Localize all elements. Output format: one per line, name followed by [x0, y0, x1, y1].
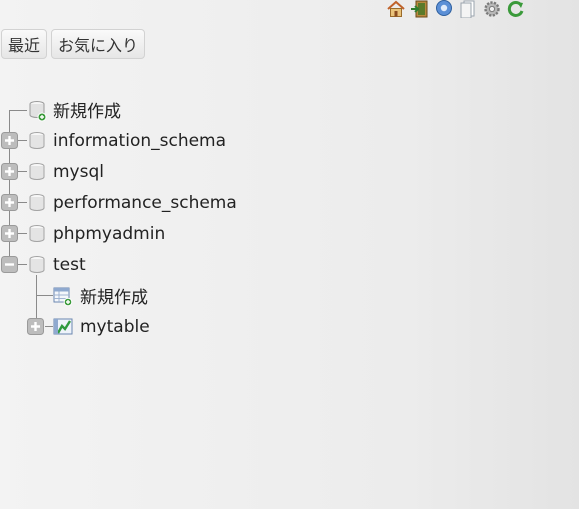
database-name[interactable]: performance_schema [53, 193, 237, 213]
expand-toggle-icon[interactable] [27, 318, 44, 335]
database-name[interactable]: information_schema [53, 131, 226, 151]
database-icon [28, 131, 46, 151]
database-icon [28, 255, 46, 275]
database-name[interactable]: mysql [53, 162, 104, 182]
table-mytable[interactable]: mytable [80, 311, 150, 342]
expand-toggle-icon[interactable] [1, 163, 18, 180]
database-mysql[interactable]: mysql [53, 156, 104, 187]
reload-icon[interactable] [506, 0, 526, 18]
new-table-label[interactable]: 新規作成 [80, 283, 148, 308]
navigation-tabs: 最近 お気に入り [1, 29, 146, 59]
new-database-link[interactable]: 新規作成 [53, 94, 121, 125]
database-icon [28, 224, 46, 244]
favorites-tab[interactable]: お気に入り [51, 29, 146, 59]
expand-toggle-icon[interactable] [1, 132, 18, 149]
database-icon [28, 193, 46, 213]
database-phpmyadmin[interactable]: phpmyadmin [53, 218, 165, 249]
new-table-icon[interactable] [53, 286, 73, 306]
table-icon [53, 317, 73, 337]
database-name[interactable]: test [53, 255, 86, 275]
database-name[interactable]: phpmyadmin [53, 224, 165, 244]
database-information-schema[interactable]: information_schema [53, 125, 226, 156]
docs-icon[interactable] [458, 0, 478, 18]
logout-icon[interactable] [410, 0, 430, 18]
new-table-link[interactable]: 新規作成 [80, 280, 148, 311]
settings-icon[interactable] [482, 0, 502, 18]
expand-toggle-icon[interactable] [1, 194, 18, 211]
database-tree: 新規作成 information_schema mysql performanc… [0, 94, 579, 354]
new-database-label[interactable]: 新規作成 [53, 97, 121, 122]
expand-toggle-icon[interactable] [1, 225, 18, 242]
recent-tab[interactable]: 最近 [1, 29, 48, 59]
table-name[interactable]: mytable [80, 317, 150, 337]
help-icon[interactable] [434, 0, 454, 18]
home-icon[interactable] [386, 0, 406, 18]
database-icon [28, 162, 46, 182]
database-performance-schema[interactable]: performance_schema [53, 187, 237, 218]
collapse-toggle-icon[interactable] [1, 256, 18, 273]
database-test[interactable]: test [53, 249, 86, 280]
new-database-icon[interactable] [28, 100, 47, 122]
top-toolbar [386, 0, 526, 18]
